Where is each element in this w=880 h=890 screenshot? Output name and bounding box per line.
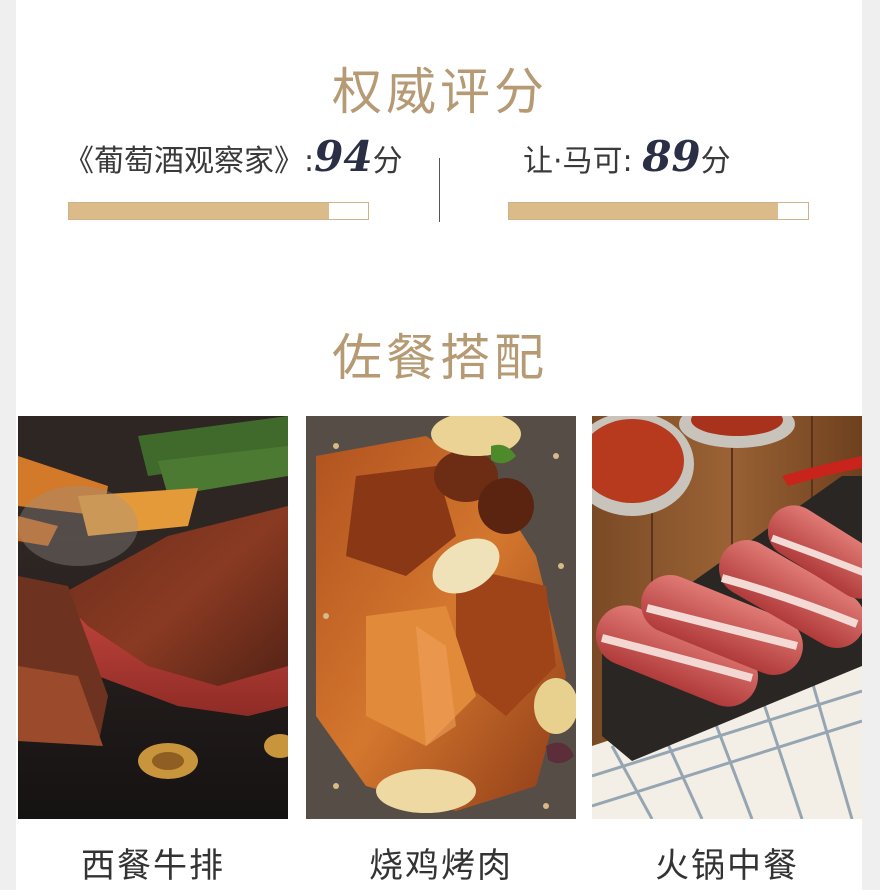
rating-unit: 分 — [700, 144, 731, 179]
rating-bar-fill — [509, 203, 779, 219]
pairing-label-steak: 西餐牛排 — [81, 846, 225, 886]
page-left-margin — [0, 0, 16, 890]
rating-separator: : — [304, 144, 315, 179]
rating-source: 让·马可: — [523, 144, 633, 179]
pairing-label-hotpot: 火锅中餐 — [655, 846, 799, 886]
page-right-margin — [862, 0, 880, 890]
rating-unit: 分 — [372, 144, 403, 179]
hotpot-beef-image — [592, 416, 862, 819]
rating-bar-fill — [69, 203, 330, 219]
rating-bar-jean-marc — [508, 202, 809, 220]
rating-divider — [439, 158, 440, 222]
rating-wine-spectator: 《葡萄酒观察家》:94分 — [64, 132, 403, 181]
ratings-title: 权威评分 — [332, 63, 548, 121]
rating-jean-marc: 让·马可: 89分 — [523, 132, 731, 181]
roast-chicken-image — [306, 416, 576, 819]
rating-source: 《葡萄酒观察家》 — [64, 144, 304, 179]
rating-score: 89 — [642, 132, 701, 181]
pairing-title: 佐餐搭配 — [332, 329, 548, 387]
pairing-label-chicken: 烧鸡烤肉 — [369, 846, 513, 886]
rating-score: 94 — [314, 132, 373, 181]
steak-image — [18, 416, 288, 819]
rating-bar-wine-spectator — [68, 202, 369, 220]
